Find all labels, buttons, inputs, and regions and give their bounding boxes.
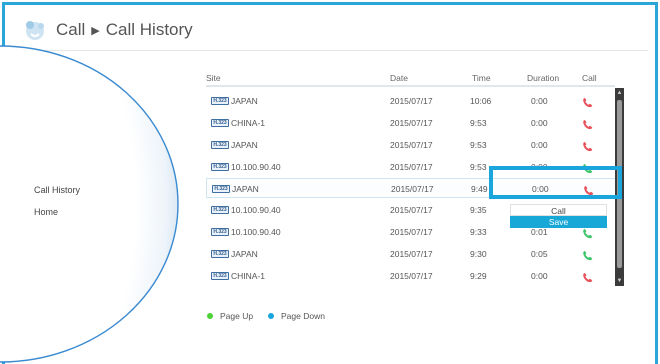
cell-duration: 0:00 (531, 140, 548, 150)
cell-site: JAPAN (231, 249, 258, 259)
scroll-up-arrow-icon[interactable]: ▲ (616, 89, 623, 97)
sidebar-item-home[interactable]: Home (34, 207, 58, 217)
cell-site: 10.100.90.40 (231, 227, 281, 237)
column-header-time: Time (472, 73, 491, 83)
cell-date: 2015/07/17 (390, 140, 433, 150)
cell-time: 9:49 (471, 184, 488, 194)
decorative-arc (0, 45, 179, 363)
cell-time: 9:29 (470, 271, 487, 281)
page-down-button[interactable]: Page Down (268, 311, 325, 321)
h323-badge-icon: H.323 (211, 97, 229, 105)
cell-site: 10.100.90.40 (231, 162, 281, 172)
missed-call-phone-icon[interactable] (582, 270, 593, 283)
sidebar-item-call-history[interactable]: Call History (34, 185, 80, 195)
h323-badge-icon: H.323 (211, 163, 229, 171)
column-header-site: Site (206, 73, 221, 83)
h323-badge-icon: H.323 (211, 228, 229, 236)
green-dot-icon (207, 313, 213, 319)
cell-time: 9:53 (470, 162, 487, 172)
cell-date: 2015/07/17 (390, 249, 433, 259)
cell-duration: 0:00 (531, 118, 548, 128)
blue-dot-icon (268, 313, 274, 319)
cell-date: 2015/07/17 (391, 184, 434, 194)
cell-date: 2015/07/17 (390, 227, 433, 237)
column-header-date: Date (390, 73, 408, 83)
context-menu-call[interactable]: Call (510, 204, 607, 216)
cell-duration: 0:01 (531, 227, 548, 237)
cell-duration: 0:05 (531, 249, 548, 259)
outgoing-call-phone-icon[interactable] (582, 248, 593, 261)
cell-date: 2015/07/17 (390, 205, 433, 215)
cell-time: 9:53 (470, 118, 487, 128)
cell-date: 2015/07/17 (390, 96, 433, 106)
scroll-down-arrow-icon[interactable]: ▼ (616, 277, 623, 285)
column-header-call: Call (582, 73, 597, 83)
table-row[interactable]: H.323 CHINA-1 2015/07/17 9:53 0:00 (206, 113, 616, 133)
table-header-divider (206, 85, 615, 87)
h323-badge-icon: H.323 (211, 206, 229, 214)
missed-call-phone-icon[interactable] (582, 139, 593, 152)
breadcrumb-root[interactable]: Call (56, 20, 85, 40)
cell-time: 10:06 (470, 96, 492, 106)
cell-duration: 0:00 (531, 96, 548, 106)
breadcrumb: Call ▶ Call History (22, 14, 193, 46)
table-row[interactable]: H.323 JAPAN 2015/07/17 10:06 0:00 (206, 91, 616, 111)
h323-badge-icon: H.323 (211, 119, 229, 127)
cell-site: JAPAN (231, 140, 258, 150)
cell-duration: 0:00 (531, 271, 548, 281)
h323-badge-icon: H.323 (211, 250, 229, 258)
cell-time: 9:33 (470, 227, 487, 237)
h323-badge-icon: H.323 (211, 141, 229, 149)
cell-time: 9:35 (470, 205, 487, 215)
table-row[interactable]: H.323 JAPAN 2015/07/17 9:30 0:05 (206, 244, 616, 264)
missed-call-phone-icon[interactable] (582, 117, 593, 130)
context-menu: Call Save (510, 204, 607, 228)
cell-site: CHINA-1 (231, 271, 266, 281)
breadcrumb-separator-icon: ▶ (91, 24, 100, 37)
cell-date: 2015/07/17 (390, 118, 433, 128)
context-menu-save[interactable]: Save (510, 216, 607, 228)
page-title: Call History (105, 20, 193, 39)
page-up-button[interactable]: Page Up (207, 311, 253, 321)
cell-site: JAPAN (231, 96, 258, 106)
page-up-label: Page Up (220, 311, 254, 321)
cell-time: 9:30 (470, 249, 487, 259)
missed-call-phone-icon[interactable] (582, 95, 593, 108)
cell-time: 9:53 (470, 140, 487, 150)
cell-date: 2015/07/17 (390, 162, 433, 172)
cell-site: CHINA-1 (231, 118, 266, 128)
h323-badge-icon: H.323 (212, 185, 230, 193)
column-header-duration: Duration (527, 73, 560, 83)
table-row[interactable]: H.323 JAPAN 2015/07/17 9:53 0:00 (206, 135, 616, 155)
selection-highlight (489, 166, 622, 199)
table-row[interactable]: H.323 CHINA-1 2015/07/17 9:29 0:00 (206, 266, 616, 286)
cell-date: 2015/07/17 (390, 271, 433, 281)
page-down-label: Page Down (281, 311, 325, 321)
cell-site: 10.100.90.40 (231, 205, 281, 215)
h323-badge-icon: H.323 (211, 272, 229, 280)
call-app-logo-icon (26, 21, 44, 40)
cell-site: JAPAN (232, 184, 259, 194)
